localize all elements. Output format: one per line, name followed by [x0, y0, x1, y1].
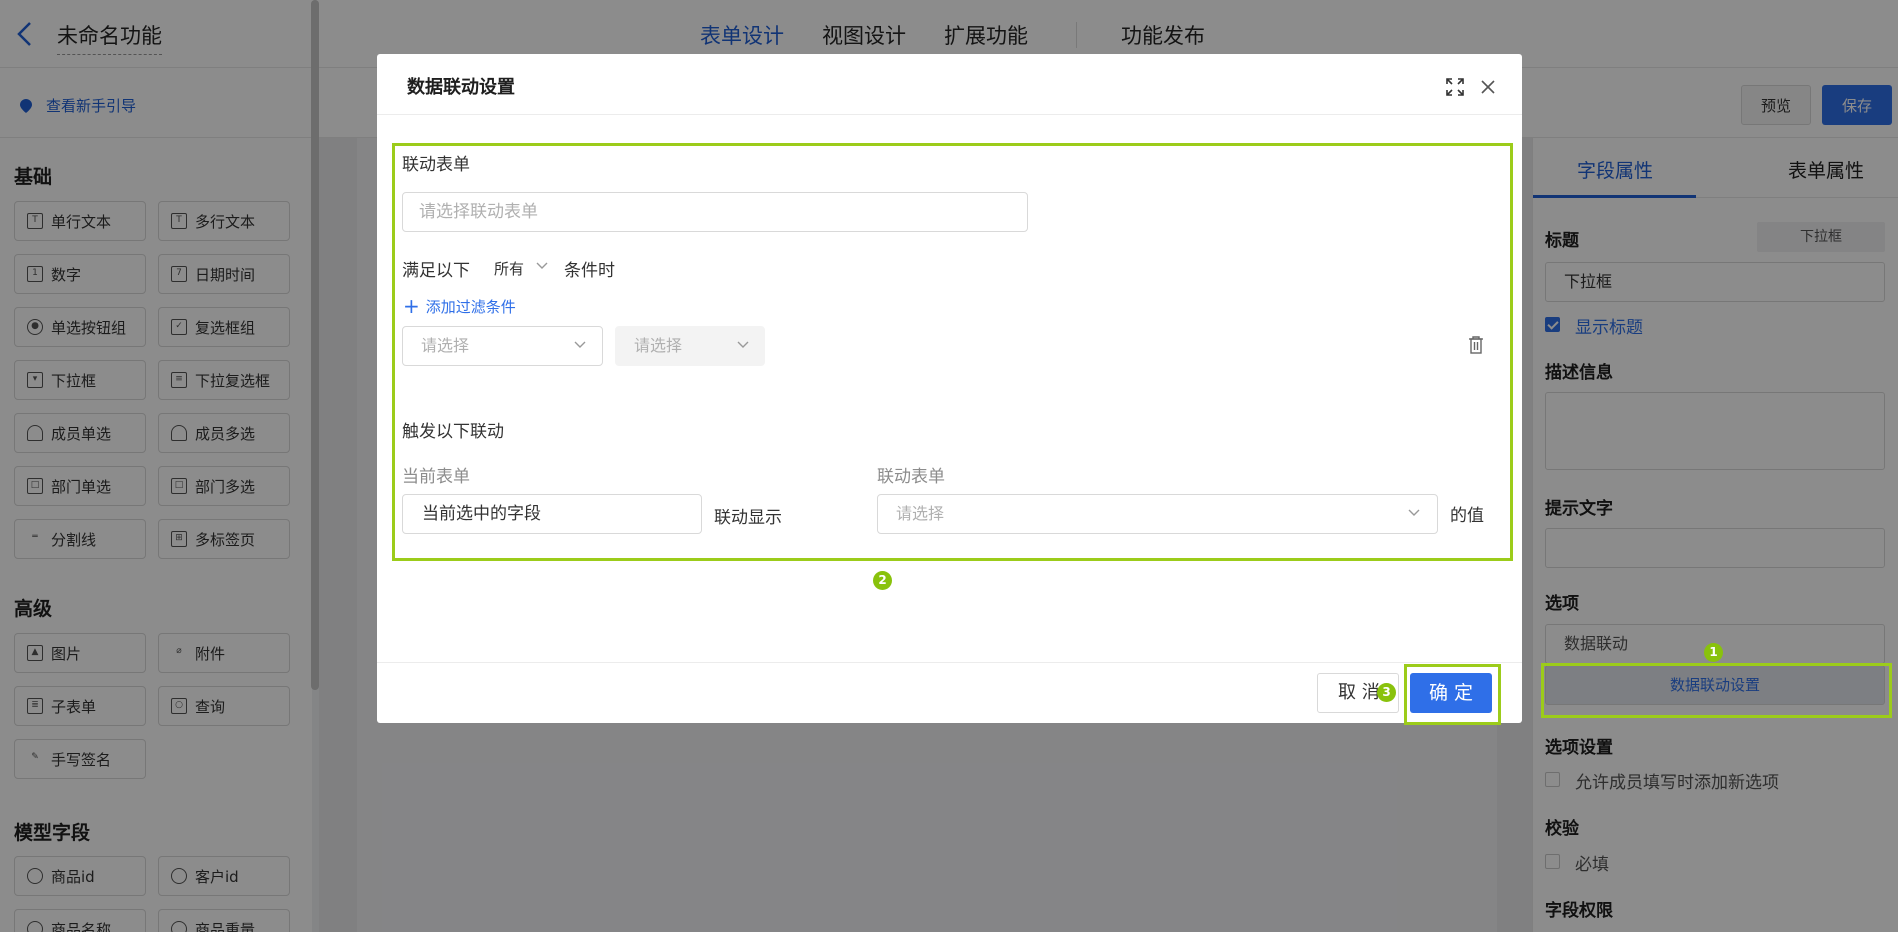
fullscreen-icon[interactable]	[1446, 78, 1464, 96]
step-badge-2: 2	[873, 571, 892, 590]
linkage-display-label: 联动显示	[714, 508, 782, 528]
chevron-down-icon	[574, 341, 586, 348]
chevron-down-icon	[1408, 509, 1420, 516]
chevron-down-icon	[737, 341, 749, 348]
condition-suffix-label: 条件时	[564, 261, 615, 281]
linked-field-select[interactable]: 请选择	[877, 494, 1438, 534]
condition-prefix-label: 满足以下	[402, 261, 470, 281]
plus-icon: +	[403, 294, 420, 318]
dialog-title: 数据联动设置	[407, 77, 515, 98]
step-badge-1: 1	[1704, 643, 1723, 662]
chevron-down-icon	[536, 262, 548, 269]
current-form-label: 当前表单	[402, 467, 470, 487]
dialog-footer: 取 消 确 定 3	[377, 662, 1522, 725]
linked-form-label: 联动表单	[402, 155, 470, 175]
current-field-input[interactable]: 当前选中的字段	[402, 494, 702, 534]
filter-operator-placeholder: 请选择	[634, 336, 683, 355]
close-icon[interactable]	[1480, 79, 1496, 95]
value-suffix-label: 的值	[1450, 506, 1484, 526]
condition-mode-select[interactable]: 所有	[494, 258, 524, 279]
filter-field-placeholder: 请选择	[421, 336, 470, 355]
add-filter-label: 添加过滤条件	[425, 297, 516, 316]
dialog-header: 数据联动设置	[377, 54, 1522, 115]
linked-form-col-label: 联动表单	[877, 467, 945, 487]
trash-icon[interactable]	[1468, 336, 1484, 354]
filter-operator-select[interactable]: 请选择	[615, 326, 765, 366]
trigger-label: 触发以下联动	[402, 422, 504, 442]
linked-field-placeholder: 请选择	[896, 504, 945, 523]
add-filter-button[interactable]: + 添加过滤条件	[403, 294, 516, 318]
filter-field-select[interactable]: 请选择	[402, 326, 603, 366]
data-linkage-dialog: 数据联动设置 联动表单 请选择联动表单 满足以下 所有 条件时 + 添加过滤条件…	[377, 54, 1522, 725]
linked-form-input[interactable]: 请选择联动表单	[402, 192, 1028, 232]
confirm-button[interactable]: 确 定	[1410, 673, 1492, 713]
step-badge-3: 3	[1377, 683, 1396, 702]
